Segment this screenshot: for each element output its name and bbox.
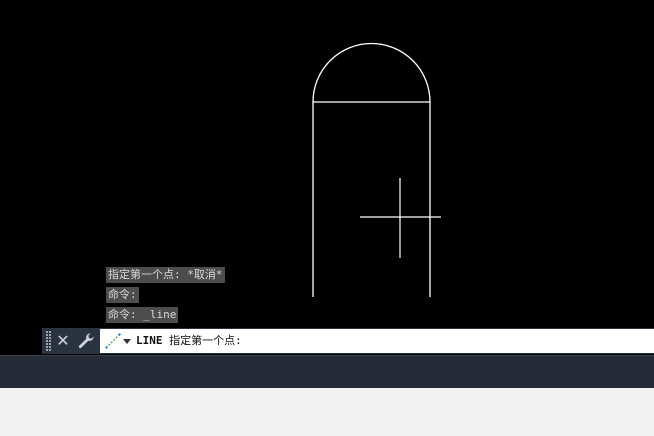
wrench-icon[interactable] — [76, 331, 96, 351]
close-icon[interactable]: ✕ — [54, 328, 72, 354]
command-input[interactable]: LINE 指定第一个点: — [100, 329, 654, 353]
command-prompt: LINE 指定第一个点: — [136, 329, 242, 353]
history-line: 命令: — [106, 287, 139, 303]
autocad-window: 指定第一个点: *取消* 命令: 命令: _line ✕ LINE 指定第一个点… — [0, 0, 654, 436]
status-bar — [0, 355, 654, 388]
history-line: 命令: _line — [106, 307, 179, 323]
command-history: 指定第一个点: *取消* 命令: 命令: _line — [106, 267, 225, 327]
grip-icon[interactable] — [46, 331, 52, 351]
drawing-svg — [312, 42, 441, 297]
drawing-arc[interactable] — [312, 42, 431, 103]
command-keyword: LINE — [136, 334, 163, 347]
command-prompt-text: 指定第一个点: — [162, 334, 242, 347]
line-command-icon — [105, 333, 121, 349]
bottom-panel — [0, 388, 654, 436]
history-line: 指定第一个点: *取消* — [106, 267, 225, 283]
caret-down-icon[interactable] — [122, 335, 132, 347]
command-line-bar: ✕ LINE 指定第一个点: — [42, 328, 654, 354]
drawing-canvas[interactable]: 指定第一个点: *取消* 命令: 命令: _line — [0, 0, 654, 355]
crosshair-cursor — [360, 178, 441, 258]
